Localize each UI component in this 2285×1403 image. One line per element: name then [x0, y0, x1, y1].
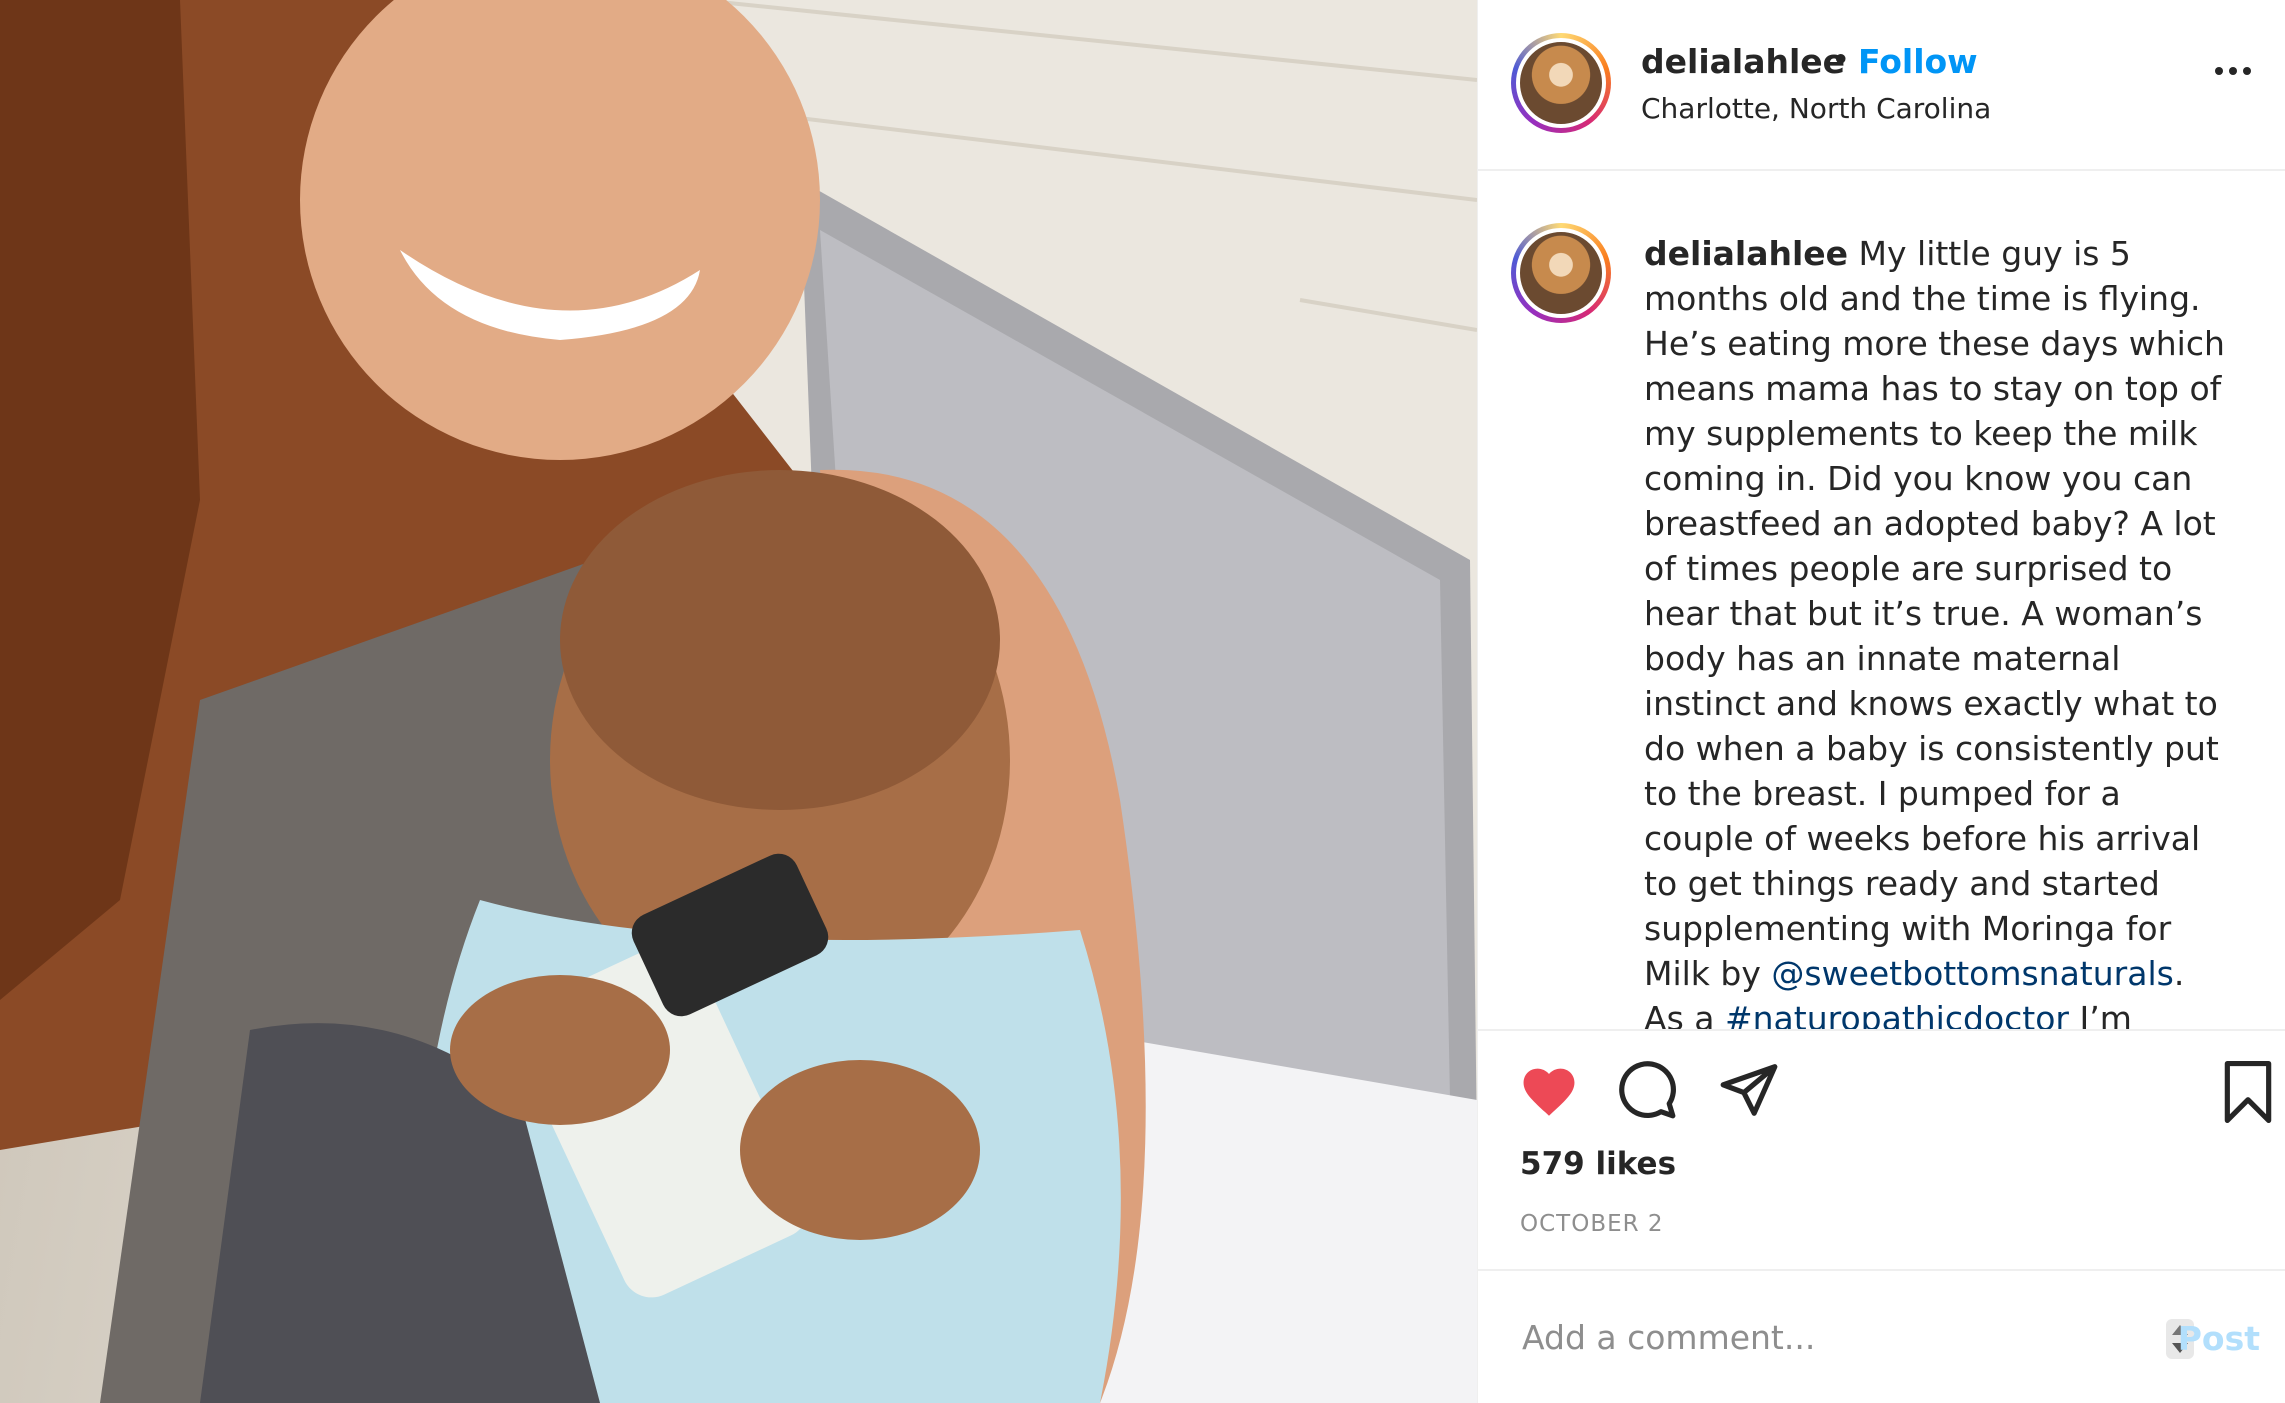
bookmark-icon[interactable]	[2220, 1061, 2276, 1123]
caption-username[interactable]: delialahlee	[1644, 234, 1848, 273]
follow-button[interactable]: Follow	[1858, 42, 1978, 81]
comment-icon[interactable]	[1616, 1059, 1678, 1121]
post-details-panel: delialahlee • Follow Charlotte, North Ca…	[1477, 0, 2285, 1403]
avatar-image	[1516, 38, 1606, 128]
more-options-icon[interactable]	[2212, 60, 2262, 90]
post-date[interactable]: OCTOBER 2	[1520, 1211, 1664, 1237]
post-location[interactable]: Charlotte, North Carolina	[1641, 92, 1991, 125]
likes-count[interactable]: 579 likes	[1520, 1146, 1676, 1182]
post-photo[interactable]	[0, 0, 1477, 1403]
caption-avatar[interactable]	[1511, 223, 1611, 323]
post-comment-button[interactable]: Post	[2178, 1319, 2260, 1358]
comment-input[interactable]	[1520, 1311, 2144, 1363]
hashtag-link[interactable]: #naturopathicdoctor	[1725, 999, 2069, 1029]
share-icon[interactable]	[1718, 1059, 1780, 1121]
post-image	[0, 0, 1477, 1403]
author-avatar[interactable]	[1511, 33, 1611, 133]
comment-form: Post	[1478, 1271, 2285, 1403]
mention-link[interactable]: @sweetbottomsnaturals	[1771, 954, 2173, 993]
author-username[interactable]: delialahlee	[1641, 42, 1845, 81]
avatar-image	[1516, 228, 1606, 318]
separator-dot: •	[1831, 40, 1851, 79]
caption-section[interactable]: delialahlee My little guy is 5 months ol…	[1478, 171, 2285, 1031]
post-header: delialahlee • Follow Charlotte, North Ca…	[1478, 0, 2285, 171]
caption-text: delialahlee My little guy is 5 months ol…	[1644, 231, 2234, 1029]
heart-icon[interactable]	[1518, 1061, 1580, 1117]
caption-body: My little guy is 5 months old and the ti…	[1644, 234, 2225, 993]
post-actions: 579 likes OCTOBER 2	[1478, 1031, 2285, 1271]
